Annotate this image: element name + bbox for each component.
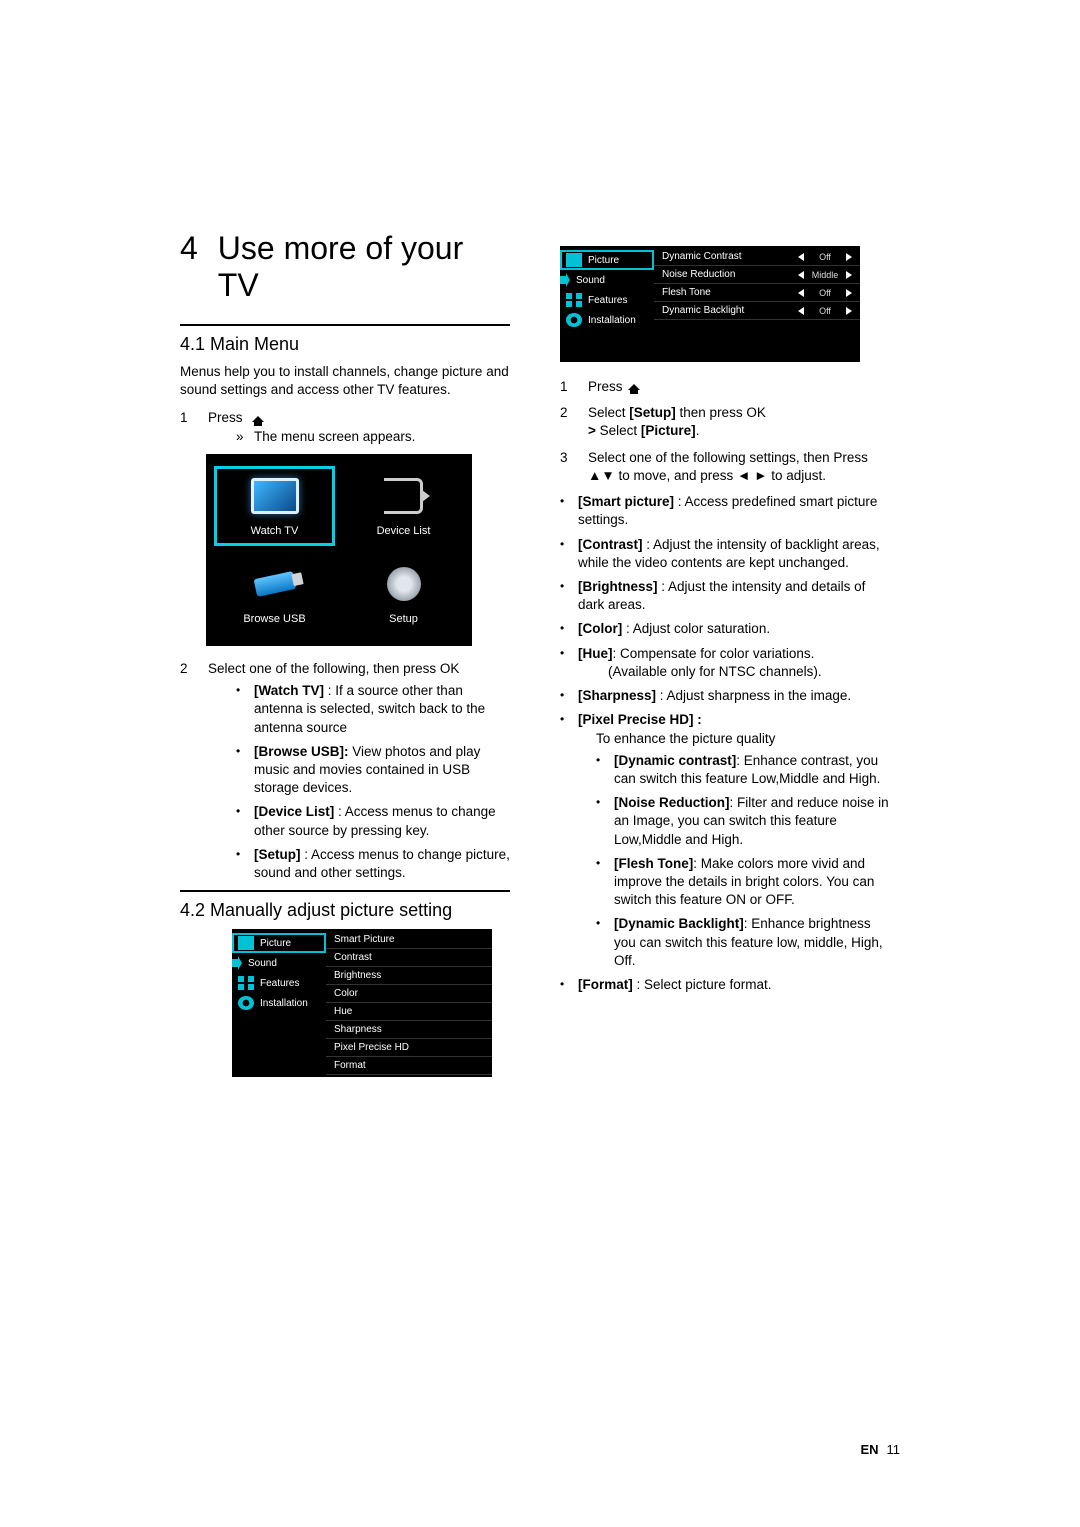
side-picture: Picture	[560, 250, 654, 270]
step-1: 1 Press The menu screen appears.	[180, 409, 510, 445]
opt-brightness: [Brightness] : Adjust the intensity and …	[560, 578, 890, 614]
right-arrow-icon	[846, 289, 852, 297]
chapter-heading: 4 Use more of your TV	[180, 230, 510, 304]
list-item: Format	[326, 1057, 492, 1075]
opt-dynamic-backlight: [Dynamic Backlight]: Enhance brightness …	[596, 915, 890, 970]
section-42-heading: 4.2 Manually adjust picture setting	[180, 900, 510, 921]
opt-sharpness: [Sharpness] : Adjust sharpness in the im…	[560, 687, 890, 705]
opt-hue: [Hue]: Compensate for color variations.(…	[560, 645, 890, 681]
features-icon	[566, 293, 582, 307]
tile-setup: Setup	[343, 554, 464, 634]
opt-watch-tv: [Watch TV] : If a source other than ante…	[236, 682, 510, 737]
pixel-precise-screenshot: Picture Sound Features Installation Dyna…	[560, 246, 860, 362]
installation-icon	[238, 996, 254, 1010]
opt-noise-reduction: [Noise Reduction]: Filter and reduce noi…	[596, 794, 890, 849]
left-column: 4 Use more of your TV 4.1 Main Menu Menu…	[180, 230, 510, 1091]
side-features: Features	[232, 973, 326, 993]
side-sound: Sound	[560, 270, 654, 290]
chapter-number: 4	[180, 230, 198, 267]
opt-color: [Color] : Adjust color saturation.	[560, 620, 890, 638]
page-footer: EN11	[860, 1442, 900, 1457]
sound-icon	[238, 956, 242, 970]
tile-watch-tv: Watch TV	[214, 466, 335, 546]
list-item: Color	[326, 985, 492, 1003]
chapter-title: Use more of your TV	[218, 230, 510, 304]
right-arrow-icon	[846, 271, 852, 279]
opt-smart-picture: [Smart picture] : Access predefined smar…	[560, 493, 890, 529]
opt-flesh-tone: [Flesh Tone]: Make colors more vivid and…	[596, 855, 890, 910]
list-item: Dynamic BacklightOff	[654, 302, 860, 320]
opt-setup: [Setup] : Access menus to change picture…	[236, 846, 510, 882]
list-item: Sharpness	[326, 1021, 492, 1039]
side-features: Features	[560, 290, 654, 310]
right-arrow-icon	[846, 307, 852, 315]
main-menu-screenshot: Watch TV Device List Browse USB Setup	[206, 454, 472, 646]
left-arrow-icon	[798, 307, 804, 315]
divider	[180, 324, 510, 326]
features-icon	[238, 976, 254, 990]
installation-icon	[566, 313, 582, 327]
side-installation: Installation	[560, 310, 654, 330]
side-picture: Picture	[232, 933, 326, 953]
picture-icon	[238, 936, 254, 950]
list-item	[654, 320, 860, 340]
usb-icon	[253, 571, 296, 597]
tile-device-list: Device List	[343, 466, 464, 546]
tile-browse-usb: Browse USB	[214, 554, 335, 634]
r-step-1: 1Press	[560, 378, 890, 396]
section-41-intro: Menus help you to install channels, chan…	[180, 363, 510, 399]
opt-pixel-precise: [Pixel Precise HD] : To enhance the pict…	[560, 711, 890, 970]
list-item: Contrast	[326, 949, 492, 967]
opt-device-list: [Device List] : Access menus to change o…	[236, 803, 510, 839]
list-item: Pixel Precise HD	[326, 1039, 492, 1057]
left-arrow-icon	[798, 271, 804, 279]
list-item: Noise ReductionMiddle	[654, 266, 860, 284]
left-arrow-icon	[798, 289, 804, 297]
step-2: 2 Select one of the following, then pres…	[180, 660, 510, 882]
picture-menu-screenshot: Picture Sound Features Installation Smar…	[232, 929, 492, 1077]
sound-icon	[566, 273, 570, 287]
gear-icon	[387, 567, 421, 601]
right-column: Picture Sound Features Installation Dyna…	[560, 230, 890, 1091]
opt-contrast: [Contrast] : Adjust the intensity of bac…	[560, 536, 890, 572]
list-item: Brightness	[326, 967, 492, 985]
side-sound: Sound	[232, 953, 326, 973]
opt-dynamic-contrast: [Dynamic contrast]: Enhance contrast, yo…	[596, 752, 890, 788]
r-step-2: 2Select [Setup] then press OK> Select [P…	[560, 404, 890, 440]
opt-format: [Format] : Select picture format.	[560, 976, 890, 994]
left-arrow-icon	[798, 253, 804, 261]
r-step-3: 3Select one of the following settings, t…	[560, 449, 890, 485]
home-icon	[252, 416, 264, 422]
list-item	[654, 340, 860, 360]
right-arrow-icon	[846, 253, 852, 261]
list-item: Dynamic ContrastOff	[654, 248, 860, 266]
home-icon	[628, 384, 640, 390]
divider	[180, 890, 510, 892]
list-item: Flesh ToneOff	[654, 284, 860, 302]
step-1-result: The menu screen appears.	[208, 428, 510, 446]
side-installation: Installation	[232, 993, 326, 1013]
device-icon	[384, 478, 423, 514]
opt-browse-usb: [Browse USB]: View photos and play music…	[236, 743, 510, 798]
list-item: Smart Picture	[326, 931, 492, 949]
tv-icon	[251, 478, 299, 514]
section-41-heading: 4.1 Main Menu	[180, 334, 510, 355]
list-item: Hue	[326, 1003, 492, 1021]
picture-icon	[566, 253, 582, 267]
